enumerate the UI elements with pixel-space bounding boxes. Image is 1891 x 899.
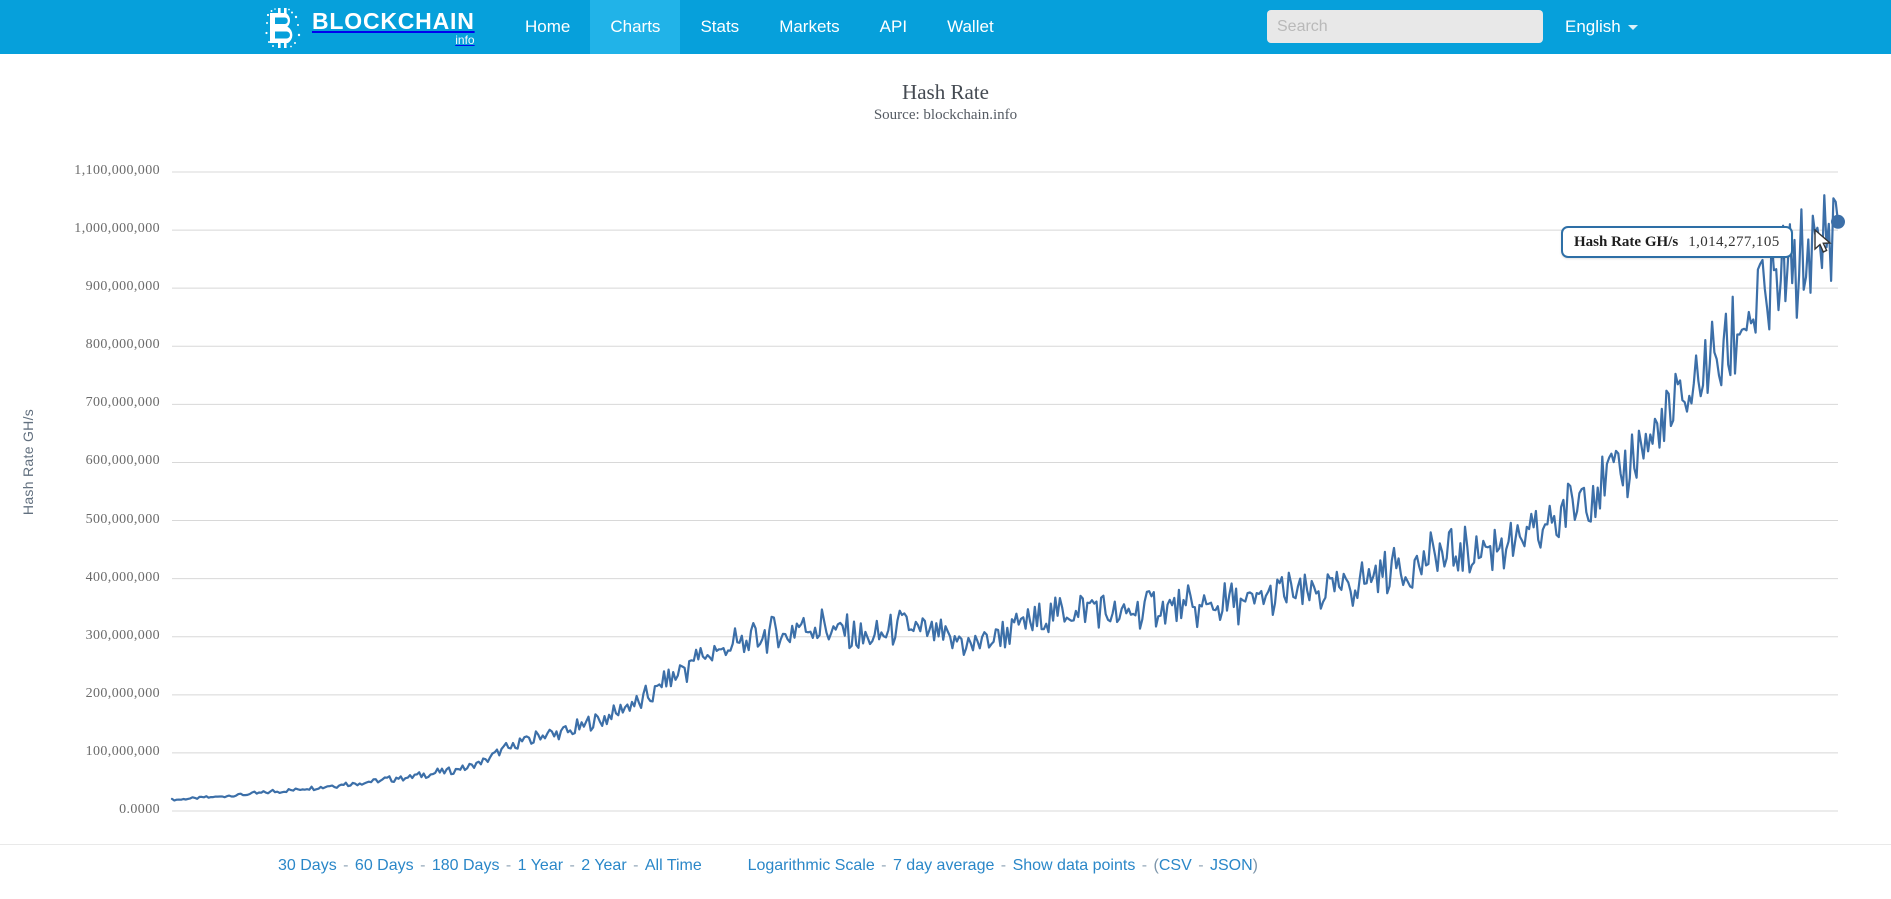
chart-tooltip: Hash Rate GH/s 1,014,277,105: [1561, 226, 1793, 258]
y-tick-label: 600,000,000: [20, 453, 160, 469]
chart-gridlines: [172, 172, 1838, 811]
link-separator: -: [1135, 857, 1153, 874]
brand-logo[interactable]: BLOCKCHAIN info: [265, 6, 475, 48]
mouse-cursor-icon: [1814, 229, 1834, 260]
export-link-json[interactable]: JSON: [1210, 857, 1253, 874]
chevron-down-icon: [1628, 25, 1638, 30]
main-navigation: Home Charts Stats Markets API Wallet: [505, 0, 1014, 54]
bitcoin-logo-icon: [265, 8, 303, 48]
brand-name: BLOCKCHAIN: [312, 10, 475, 33]
nav-item-home[interactable]: Home: [505, 0, 590, 54]
option-link-7-day-average[interactable]: 7 day average: [893, 857, 994, 874]
y-tick-label: 800,000,000: [20, 337, 160, 353]
y-tick-label: 1,000,000,000: [20, 221, 160, 237]
link-separator: -: [994, 857, 1012, 874]
y-tick-label: 100,000,000: [20, 744, 160, 760]
link-separator: -: [627, 857, 645, 874]
nav-item-charts[interactable]: Charts: [590, 0, 680, 54]
range-link-60-days[interactable]: 60 Days: [355, 857, 414, 874]
tooltip-value: 1,014,277,105: [1688, 234, 1779, 251]
range-link-30-days[interactable]: 30 Days: [278, 857, 337, 874]
export-link-csv[interactable]: CSV: [1159, 857, 1192, 874]
nav-item-markets[interactable]: Markets: [759, 0, 859, 54]
chart-panel: Hash Rate Source: blockchain.info Hash R…: [0, 54, 1891, 844]
link-separator: -: [875, 857, 893, 874]
option-link-logarithmic-scale[interactable]: Logarithmic Scale: [748, 857, 875, 874]
y-tick-label: 900,000,000: [20, 279, 160, 295]
range-link-1-year[interactable]: 1 Year: [518, 857, 563, 874]
option-link-show-data-points[interactable]: Show data points: [1013, 857, 1136, 874]
y-tick-label: 500,000,000: [20, 512, 160, 528]
y-tick-label: 700,000,000: [20, 395, 160, 411]
hash-rate-series-line: [172, 195, 1838, 800]
y-tick-label: 1,100,000,000: [20, 163, 160, 179]
y-tick-label: 200,000,000: [20, 686, 160, 702]
hash-rate-line-chart[interactable]: [0, 54, 1891, 844]
site-header: BLOCKCHAIN info Home Charts Stats Market…: [0, 0, 1891, 54]
nav-item-stats[interactable]: Stats: [680, 0, 759, 54]
language-selector[interactable]: English: [1565, 0, 1638, 54]
highlight-data-point: [1831, 215, 1845, 229]
link-separator: -: [1192, 857, 1210, 874]
range-link-2-year[interactable]: 2 Year: [581, 857, 626, 874]
time-range-links: 30 Days - 60 Days - 180 Days - 1 Year - …: [278, 857, 702, 875]
brand-subtitle: info: [312, 34, 475, 46]
link-separator: -: [499, 857, 517, 874]
search-input[interactable]: [1267, 10, 1543, 43]
chart-option-links: Logarithmic Scale - 7 day average - Show…: [748, 857, 1258, 875]
nav-item-api[interactable]: API: [860, 0, 927, 54]
link-separator: -: [414, 857, 432, 874]
paren-close: ): [1253, 857, 1258, 874]
link-separator: -: [563, 857, 581, 874]
y-tick-label: 0.0000: [20, 802, 160, 818]
range-link-all-time[interactable]: All Time: [645, 857, 702, 874]
tooltip-label: Hash Rate GH/s: [1574, 234, 1678, 251]
nav-item-wallet[interactable]: Wallet: [927, 0, 1014, 54]
y-tick-label: 300,000,000: [20, 628, 160, 644]
y-tick-label: 400,000,000: [20, 570, 160, 586]
link-separator: -: [337, 857, 355, 874]
range-link-180-days[interactable]: 180 Days: [432, 857, 500, 874]
chart-footer: 30 Days - 60 Days - 180 Days - 1 Year - …: [0, 844, 1891, 899]
language-label: English: [1565, 17, 1621, 37]
